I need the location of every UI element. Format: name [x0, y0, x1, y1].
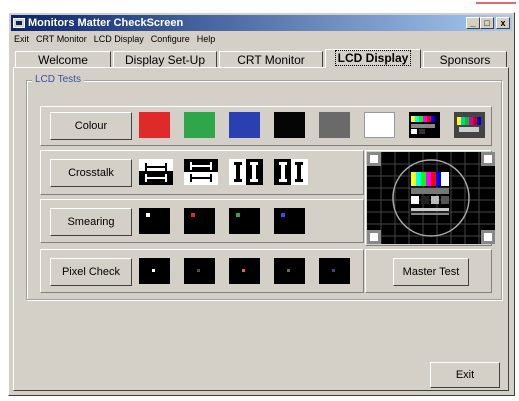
tab-crt-monitor[interactable]: CRT Monitor [219, 51, 323, 67]
master-test-preview[interactable] [367, 152, 495, 244]
smear-dot [281, 213, 285, 217]
smearing-button-label: Smearing [67, 216, 115, 228]
menu-lcd-display[interactable]: LCD Display [94, 34, 144, 44]
close-button[interactable]: x [496, 17, 510, 29]
master-test-button[interactable]: Master Test [393, 258, 469, 286]
tab-sponsors[interactable]: Sponsors [423, 51, 507, 67]
white-swatch[interactable] [364, 112, 395, 138]
colour-bars-icon [411, 116, 435, 134]
grey-swatch[interactable] [319, 112, 350, 138]
tab-strip: Welcome Display Set-Up CRT Monitor LCD D… [13, 49, 508, 68]
pixel-check-button[interactable]: Pixel Check [50, 258, 132, 286]
pixel-check-grey[interactable] [274, 258, 305, 284]
red-swatch[interactable] [139, 112, 170, 138]
menu-crt-monitor[interactable]: CRT Monitor [36, 34, 87, 44]
pixel-dot [287, 269, 290, 272]
test-chart-icon [454, 112, 485, 138]
tab-display-set-up[interactable]: Display Set-Up [113, 51, 217, 67]
h-pattern-icon [139, 159, 173, 185]
h-pattern-icon [184, 159, 218, 185]
colour-bars-swatch[interactable] [409, 112, 440, 138]
page-corner-mark [476, 2, 516, 4]
tab-label: Sponsors [439, 53, 491, 67]
tab-label: Display Set-Up [124, 53, 206, 67]
master-test-button-label: Master Test [402, 266, 460, 278]
smearing-button[interactable]: Smearing [50, 208, 132, 236]
pixel-dot [332, 269, 335, 272]
tab-welcome[interactable]: Welcome [15, 51, 111, 67]
black-swatch[interactable] [274, 112, 305, 138]
i-pattern-icon [229, 159, 263, 185]
exit-button[interactable]: Exit [430, 362, 500, 388]
tab-label: Welcome [38, 53, 88, 67]
maximize-button[interactable]: □ [480, 17, 494, 29]
colour-button[interactable]: Colour [50, 112, 132, 140]
test-chart-swatch[interactable] [454, 112, 485, 138]
smear-dot [191, 213, 195, 217]
window-title: Monitors Matter CheckScreen [28, 17, 184, 29]
smearing-red[interactable] [184, 208, 215, 234]
pixel-check-button-label: Pixel Check [61, 266, 121, 278]
exit-button-label: Exit [455, 369, 475, 381]
pixel-dot [152, 269, 155, 272]
tab-lcd-display[interactable]: LCD Display [325, 49, 421, 68]
menu-exit[interactable]: Exit [14, 34, 29, 44]
smear-dot [236, 213, 240, 217]
pixel-check-purple[interactable] [319, 258, 350, 284]
pixel-dot [197, 269, 200, 272]
crosstalk-button-label: Crosstalk [68, 167, 114, 179]
smear-dot [146, 213, 150, 217]
title-bar[interactable]: Monitors Matter CheckScreen _ □ x [11, 15, 512, 31]
pixel-check-white[interactable] [139, 258, 170, 284]
i-pattern-icon [274, 159, 308, 185]
blue-swatch[interactable] [229, 112, 260, 138]
pixel-check-orange[interactable] [229, 258, 260, 284]
colour-button-label: Colour [74, 120, 108, 132]
crosstalk-i-black[interactable] [274, 159, 308, 185]
crosstalk-i-white[interactable] [229, 159, 263, 185]
pixel-dot [242, 269, 245, 272]
tab-label: LCD Display [334, 50, 412, 66]
crosstalk-h-white[interactable] [139, 159, 173, 185]
crosstalk-h-black[interactable] [184, 159, 218, 185]
minimize-button[interactable]: _ [466, 17, 480, 29]
menu-bar: Exit CRT Monitor LCD Display Configure H… [11, 32, 512, 46]
green-swatch[interactable] [184, 112, 215, 138]
smearing-white[interactable] [139, 208, 170, 234]
crosstalk-button[interactable]: Crosstalk [50, 159, 132, 187]
smearing-green[interactable] [229, 208, 260, 234]
test-card-icon [367, 152, 495, 244]
menu-help[interactable]: Help [197, 34, 216, 44]
menu-configure[interactable]: Configure [151, 34, 190, 44]
smearing-blue[interactable] [274, 208, 305, 234]
group-label: LCD Tests [32, 74, 84, 85]
pixel-check-black[interactable] [184, 258, 215, 284]
app-icon [13, 18, 25, 28]
tab-label: CRT Monitor [237, 53, 305, 67]
